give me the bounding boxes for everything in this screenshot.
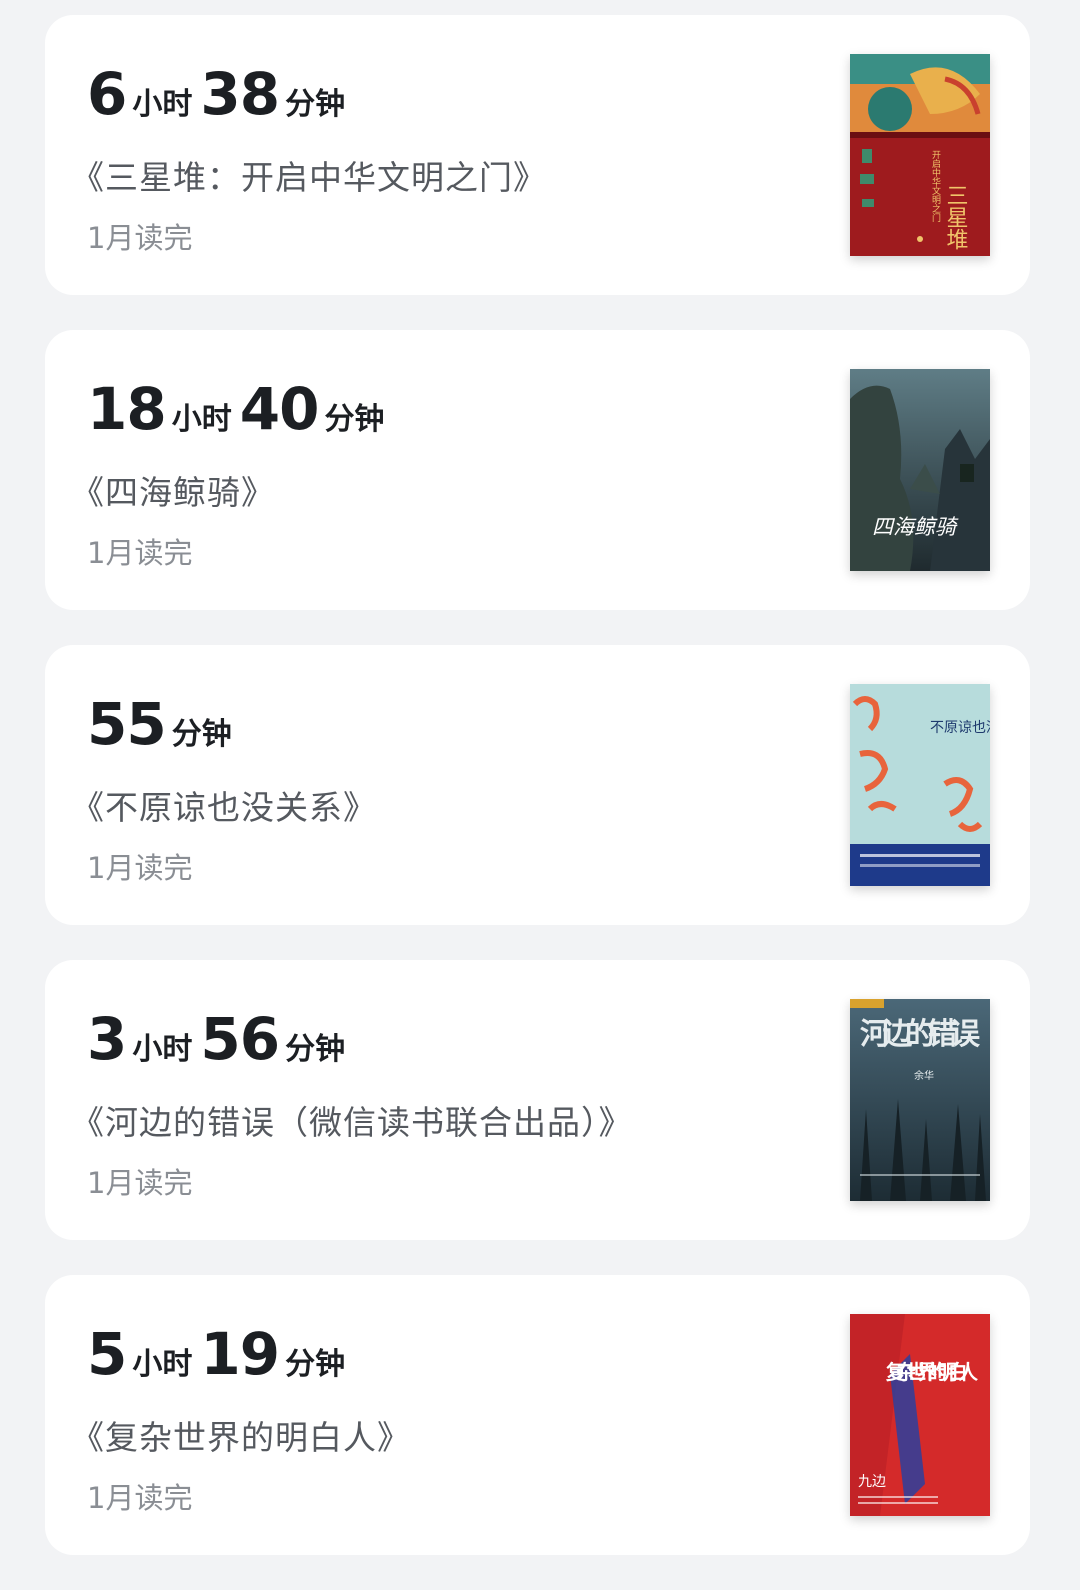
book-cover-image: 四海鲸骑 <box>850 369 990 571</box>
reading-duration: 5 小时 19 分钟 <box>87 1325 353 1383</box>
cover-title-art: 河边的错误 <box>860 1017 981 1052</box>
book-title: 《四海鲸骑》 <box>71 473 275 512</box>
read-status: 1月读完 <box>87 221 193 255</box>
cover-title-art: 四海鲸骑 <box>872 515 959 539</box>
duration-unit: 分钟 <box>285 1032 346 1067</box>
duration-number: 55 <box>87 690 167 758</box>
read-status: 1月读完 <box>87 1166 193 1200</box>
cover-title-art: 不原谅也没关系 <box>930 720 990 736</box>
book-cover-image: 复杂世界的明白人 九边 <box>850 1314 990 1516</box>
duration-number: 40 <box>239 375 320 443</box>
read-status: 1月读完 <box>87 851 193 885</box>
duration-number: 19 <box>200 1320 280 1388</box>
book-title: 《不原谅也没关系》 <box>71 788 377 827</box>
duration-number: 18 <box>87 375 167 443</box>
book-cover[interactable]: 复杂世界的明白人 九边 <box>850 1314 990 1516</box>
book-record-card[interactable]: 6 小时 38 分钟 《三星堆：开启中华文明之门》 1月读完 三星堆 开启中华文… <box>45 15 1030 295</box>
duration-number: 56 <box>200 1005 280 1073</box>
cover-author-art: 九边 <box>858 1474 886 1490</box>
duration-unit: 分钟 <box>324 402 385 437</box>
duration-unit: 小时 <box>132 1032 193 1067</box>
book-cover-image: 不原谅也没关系 <box>850 684 990 886</box>
reading-duration: 55 分钟 <box>87 695 240 753</box>
book-record-card[interactable]: 55 分钟 《不原谅也没关系》 1月读完 不原谅也没关系 <box>45 645 1030 925</box>
duration-number: 38 <box>200 60 280 128</box>
book-cover[interactable]: 三星堆 开启中华文明之门 <box>850 54 990 256</box>
reading-duration: 3 小时 56 分钟 <box>87 1010 353 1068</box>
read-status: 1月读完 <box>87 1481 193 1515</box>
duration-unit: 分钟 <box>285 87 346 122</box>
duration-unit: 分钟 <box>171 717 232 752</box>
book-cover[interactable]: 河边的错误 余华 <box>850 999 990 1201</box>
reading-duration: 18 小时 40 分钟 <box>87 380 392 438</box>
cover-subtitle-art: 余华 <box>914 1069 934 1082</box>
book-cover[interactable]: 四海鲸骑 <box>850 369 990 571</box>
cover-title-art: 复杂世界的明白人 <box>885 1360 979 1384</box>
duration-number: 5 <box>87 1320 127 1388</box>
duration-unit: 分钟 <box>285 1347 346 1382</box>
duration-unit: 小时 <box>171 402 232 437</box>
duration-number: 6 <box>87 60 127 128</box>
book-record-card[interactable]: 18 小时 40 分钟 《四海鲸骑》 1月读完 四海鲸骑 <box>45 330 1030 610</box>
reading-record-list: 6 小时 38 分钟 《三星堆：开启中华文明之门》 1月读完 三星堆 开启中华文… <box>45 15 1030 1590</box>
cover-title-art: 三星堆 <box>943 184 969 250</box>
book-title: 《三星堆：开启中华文明之门》 <box>71 158 547 197</box>
read-status: 1月读完 <box>87 536 193 570</box>
book-record-card[interactable]: 5 小时 19 分钟 《复杂世界的明白人》 1月读完 复杂世界的明白人 九边 <box>45 1275 1030 1555</box>
book-title: 《河边的错误（微信读书联合出品）》 <box>71 1103 633 1142</box>
book-cover-image: 河边的错误 余华 <box>850 999 990 1201</box>
duration-number: 3 <box>87 1005 127 1073</box>
cover-subtitle-art: 开启中华文明之门 <box>930 150 941 223</box>
duration-unit: 小时 <box>132 87 193 122</box>
book-cover-image: 三星堆 开启中华文明之门 <box>850 54 990 256</box>
book-record-card[interactable]: 3 小时 56 分钟 《河边的错误（微信读书联合出品）》 1月读完 河边的错误 … <box>45 960 1030 1240</box>
book-cover[interactable]: 不原谅也没关系 <box>850 684 990 886</box>
duration-unit: 小时 <box>132 1347 193 1382</box>
reading-duration: 6 小时 38 分钟 <box>87 65 353 123</box>
book-title: 《复杂世界的明白人》 <box>71 1418 411 1457</box>
